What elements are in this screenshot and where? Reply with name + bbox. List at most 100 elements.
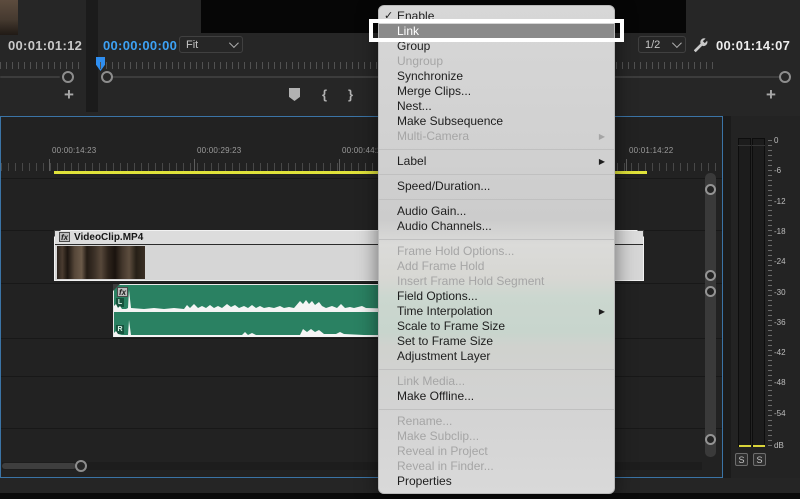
track-resize-knob[interactable] xyxy=(705,270,716,281)
menu-item-label: Insert Frame Hold Segment xyxy=(397,274,544,288)
source-mini-ruler[interactable] xyxy=(0,62,82,69)
menu-item-field-options[interactable]: Field Options... xyxy=(379,289,614,304)
meter-cap xyxy=(752,145,765,146)
menu-item-speed-duration[interactable]: Speed/Duration... xyxy=(379,179,614,194)
menu-item-properties[interactable]: Properties xyxy=(379,474,614,489)
menu-item-time-interpolation[interactable]: Time Interpolation▶ xyxy=(379,304,614,319)
meter-scale-label: -36 xyxy=(774,318,786,327)
meter-level-left xyxy=(739,445,751,447)
horizontal-scrollbar-handle[interactable] xyxy=(75,460,87,472)
video-clip-name: VideoClip.MP4 xyxy=(74,232,143,243)
menu-item-synchronize[interactable]: Synchronize xyxy=(379,69,614,84)
audio-meter-bar-right xyxy=(752,138,765,447)
menu-separator xyxy=(379,199,614,200)
menu-item-label[interactable]: Label ▶ xyxy=(379,154,614,169)
meter-cap xyxy=(738,145,751,146)
ruler-label: 00:01:14:22 xyxy=(629,146,673,155)
menu-item-merge-clips[interactable]: Merge Clips... xyxy=(379,84,614,99)
add-marker-icon[interactable] xyxy=(289,88,300,101)
source-timecode: 00:01:01:12 xyxy=(8,38,82,53)
menu-item-audio-gain[interactable]: Audio Gain... xyxy=(379,204,614,219)
meter-scale-label: -54 xyxy=(774,409,786,418)
menu-item-make-subsequence[interactable]: Make Subsequence xyxy=(379,114,614,129)
meter-scale-label: 0 xyxy=(774,136,778,145)
ruler-label: 00:00:29:23 xyxy=(197,146,241,155)
meter-unit-label: dB xyxy=(774,441,784,450)
meter-scale-label: -12 xyxy=(774,197,786,206)
audio-meter-panel: 0-6-12-18-24-30-36-42-48-54dB S S xyxy=(731,116,800,478)
submenu-arrow-icon: ▶ xyxy=(599,154,605,169)
menu-item-label: Reveal in Finder... xyxy=(397,459,494,473)
source-add-button[interactable]: + xyxy=(64,88,74,102)
zoom-level-value: Fit xyxy=(186,39,198,51)
menu-item-audio-channels[interactable]: Audio Channels... xyxy=(379,219,614,234)
menu-item-reveal-in-project: Reveal in Project xyxy=(379,444,614,459)
mark-in-icon[interactable]: { xyxy=(322,87,327,102)
chevron-down-icon xyxy=(672,38,682,48)
panel-divider xyxy=(723,116,731,478)
wrench-settings-icon[interactable] xyxy=(691,36,708,53)
meter-scale-label: -30 xyxy=(774,288,786,297)
menu-item-adjustment-layer[interactable]: Adjustment Layer xyxy=(379,349,614,364)
fx-badge-icon[interactable]: fx xyxy=(59,232,70,242)
program-zoom-handle-left[interactable] xyxy=(101,71,113,83)
menu-item-label: Scale to Frame Size xyxy=(397,319,505,333)
menu-item-label: Frame Hold Options... xyxy=(397,244,514,258)
program-timecode[interactable]: 00:00:00:00 xyxy=(103,38,177,53)
menu-item-scale-to-frame-size[interactable]: Scale to Frame Size xyxy=(379,319,614,334)
solo-left-button[interactable]: S xyxy=(735,453,748,466)
program-add-button[interactable]: + xyxy=(766,88,776,102)
menu-item-label: Speed/Duration... xyxy=(397,179,490,193)
menu-item-ungroup: Ungroup xyxy=(379,54,614,69)
track-resize-knob[interactable] xyxy=(705,286,716,297)
menu-separator xyxy=(379,174,614,175)
menu-item-reveal-in-finder: Reveal in Finder... xyxy=(379,459,614,474)
track-resize-knob[interactable] xyxy=(705,434,716,445)
playback-resolution-dropdown[interactable]: 1/2 xyxy=(638,36,686,53)
menu-item-label: Audio Gain... xyxy=(397,204,466,218)
zoom-level-dropdown[interactable]: Fit xyxy=(179,36,243,53)
menu-item-label: Rename... xyxy=(397,414,452,428)
source-zoom-handle[interactable] xyxy=(62,71,74,83)
menu-item-make-offline[interactable]: Make Offline... xyxy=(379,389,614,404)
playback-resolution-value: 1/2 xyxy=(645,39,660,51)
menu-item-label: Label xyxy=(397,154,426,168)
panel-divider xyxy=(86,0,98,112)
menu-item-link-media: Link Media... xyxy=(379,374,614,389)
menu-item-label: Add Frame Hold xyxy=(397,259,484,273)
submenu-arrow-icon: ▶ xyxy=(599,129,605,144)
submenu-arrow-icon: ▶ xyxy=(599,304,605,319)
menu-separator xyxy=(379,239,614,240)
track-resize-knob[interactable] xyxy=(705,184,716,195)
horizontal-scrollbar-thumb[interactable] xyxy=(2,463,76,469)
meter-scale-ticks xyxy=(768,140,772,446)
menu-item-label: Make Offline... xyxy=(397,389,474,403)
menu-item-label: Set to Frame Size xyxy=(397,334,493,348)
chevron-down-icon xyxy=(229,38,239,48)
source-monitor-frame-fragment xyxy=(0,0,18,35)
source-zoom-scrollbar[interactable] xyxy=(0,76,60,78)
menu-item-label: Audio Channels... xyxy=(397,219,492,233)
menu-item-make-subclip: Make Subclip... xyxy=(379,429,614,444)
menu-item-multi-camera: Multi-Camera▶ xyxy=(379,129,614,144)
context-menu: ✓EnableLinkGroupUngroupSynchronizeMerge … xyxy=(378,5,615,494)
annotation-highlight-box xyxy=(369,19,624,42)
menu-item-frame-hold-options: Frame Hold Options... xyxy=(379,244,614,259)
menu-separator xyxy=(379,369,614,370)
menu-item-label: Nest... xyxy=(397,99,432,113)
vertical-scrollbar-track[interactable] xyxy=(705,173,716,457)
menu-item-label: Synchronize xyxy=(397,69,463,83)
solo-right-button[interactable]: S xyxy=(753,453,766,466)
mark-out-icon[interactable]: } xyxy=(348,87,353,102)
menu-item-label: Link Media... xyxy=(397,374,465,388)
meter-level-right xyxy=(753,445,765,447)
menu-item-label: Properties xyxy=(397,474,452,488)
menu-item-label: Field Options... xyxy=(397,289,478,303)
menu-item-set-to-frame-size[interactable]: Set to Frame Size xyxy=(379,334,614,349)
video-clip-thumbnail xyxy=(57,246,145,279)
menu-item-nest[interactable]: Nest... xyxy=(379,99,614,114)
menu-item-label: Ungroup xyxy=(397,54,443,68)
meter-scale-label: -18 xyxy=(774,227,786,236)
menu-item-label: Make Subsequence xyxy=(397,114,503,128)
program-zoom-handle-right[interactable] xyxy=(779,71,791,83)
